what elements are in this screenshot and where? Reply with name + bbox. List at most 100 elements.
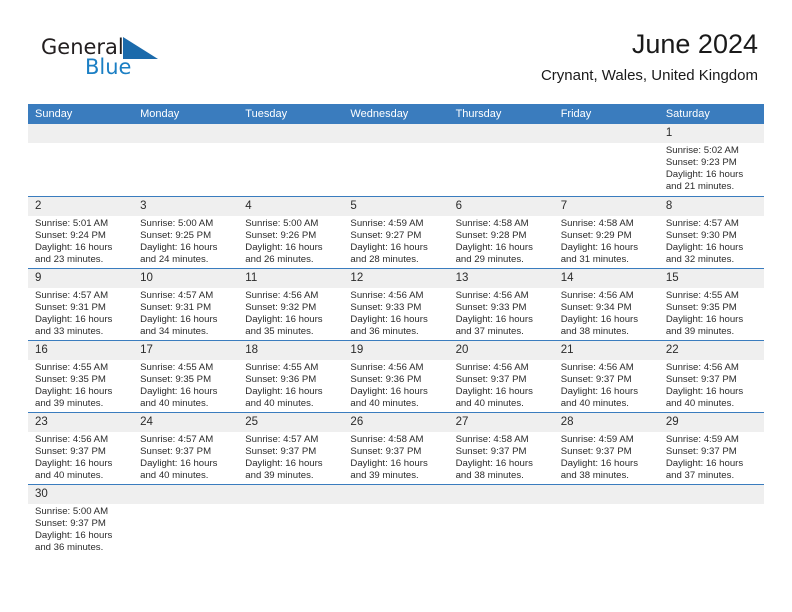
- day-cell-inner: [658, 484, 764, 557]
- calendar-day-cell-empty: [133, 124, 239, 196]
- calendar-week-row: 2 Sunrise: 5:01 AM Sunset: 9:24 PM Daylight…: [28, 195, 764, 268]
- calendar-day-cell-4[interactable]: 4 Sunrise: 5:00 AM Sunset: 9:26 PM Daylight…: [238, 195, 344, 268]
- calendar-day-cell-11[interactable]: 11 Sunrise: 4:56 AM Sunset: 9:32 PM Dayligh…: [238, 267, 344, 340]
- day-detail-line: Sunset: 9:37 PM: [350, 445, 422, 457]
- day-detail-line: Daylight: 16 hours: [455, 313, 533, 325]
- calendar-day-cell-8[interactable]: 8 Sunrise: 4:57 AM Sunset: 9:30 PM Daylight…: [658, 195, 764, 268]
- day-detail-line: Sunrise: 4:55 AM: [665, 289, 739, 301]
- calendar-day-cell-9[interactable]: 9 Sunrise: 4:57 AM Sunset: 9:31 PM Daylight…: [28, 267, 134, 340]
- day-sun-details: Sunrise: 5:00 AM Sunset: 9:26 PM Daylight:…: [238, 216, 343, 266]
- calendar-week-row: 1 Sunrise: 5:02 AM Sunset: 9:23 PM Daylight…: [28, 124, 764, 196]
- day-cell-inner: 19 Sunrise: 4:56 AM Sunset: 9:36 PM Dayligh…: [343, 340, 449, 412]
- day-number: 8: [658, 196, 764, 216]
- calendar-day-cell-25[interactable]: 25 Sunrise: 4:57 AM Sunset: 9:37 PM Dayligh…: [238, 411, 344, 484]
- calendar-day-cell-empty: [28, 124, 134, 196]
- day-detail-line: Daylight: 16 hours: [35, 529, 113, 541]
- day-sun-details: Sunrise: 4:57 AM Sunset: 9:37 PM Daylight:…: [238, 432, 343, 482]
- calendar-day-cell-5[interactable]: 5 Sunrise: 4:59 AM Sunset: 9:27 PM Daylight…: [343, 195, 449, 268]
- weekday-header-wednesday: Wednesday: [343, 104, 449, 124]
- day-detail-line: and 40 minutes.: [560, 397, 629, 409]
- day-detail-line: Daylight: 16 hours: [350, 457, 428, 469]
- day-detail-line: Sunset: 9:31 PM: [35, 301, 106, 313]
- day-detail-line: Daylight: 16 hours: [245, 457, 323, 469]
- day-number: 15: [658, 268, 764, 288]
- day-number: 2: [28, 196, 134, 216]
- calendar-day-cell-16[interactable]: 16 Sunrise: 4:55 AM Sunset: 9:35 PM Dayligh…: [28, 339, 134, 412]
- day-sun-details: Sunrise: 5:02 AM Sunset: 9:23 PM Daylight:…: [659, 143, 764, 193]
- day-detail-line: and 28 minutes.: [350, 253, 419, 265]
- day-detail-line: Sunset: 9:37 PM: [560, 373, 632, 385]
- day-detail-line: Sunset: 9:37 PM: [455, 373, 527, 385]
- day-detail-line: Daylight: 16 hours: [455, 241, 533, 253]
- day-detail-line: Daylight: 16 hours: [140, 385, 218, 397]
- calendar-day-cell-27[interactable]: 27 Sunrise: 4:58 AM Sunset: 9:37 PM Dayligh…: [448, 411, 554, 484]
- calendar-day-cell-1[interactable]: 1 Sunrise: 5:02 AM Sunset: 9:23 PM Daylight…: [658, 124, 764, 196]
- day-detail-line: and 29 minutes.: [455, 253, 524, 265]
- calendar-day-cell-2[interactable]: 2 Sunrise: 5:01 AM Sunset: 9:24 PM Daylight…: [28, 195, 134, 268]
- calendar-day-cell-19[interactable]: 19 Sunrise: 4:56 AM Sunset: 9:36 PM Dayligh…: [343, 339, 449, 412]
- calendar-day-cell-29[interactable]: 29 Sunrise: 4:59 AM Sunset: 9:37 PM Dayligh…: [658, 411, 764, 484]
- calendar-day-cell-26[interactable]: 26 Sunrise: 4:58 AM Sunset: 9:37 PM Dayligh…: [343, 411, 449, 484]
- calendar-page: General Blue June 2024 Crynant, Wales, U…: [0, 0, 792, 612]
- day-detail-line: Sunset: 9:25 PM: [140, 229, 212, 241]
- calendar-day-cell-7[interactable]: 7 Sunrise: 4:58 AM Sunset: 9:29 PM Daylight…: [553, 195, 659, 268]
- general-blue-logo[interactable]: General Blue: [34, 36, 234, 92]
- day-detail-line: Sunset: 9:37 PM: [140, 445, 212, 457]
- day-detail-line: Sunrise: 4:57 AM: [35, 289, 109, 301]
- day-cell-inner: 7 Sunrise: 4:58 AM Sunset: 9:29 PM Daylight…: [553, 196, 659, 268]
- day-number: 9: [28, 268, 134, 288]
- calendar-day-cell-24[interactable]: 24 Sunrise: 4:57 AM Sunset: 9:37 PM Dayligh…: [133, 411, 239, 484]
- calendar-day-cell-17[interactable]: 17 Sunrise: 4:55 AM Sunset: 9:35 PM Dayligh…: [133, 339, 239, 412]
- day-detail-line: Sunrise: 4:55 AM: [245, 361, 319, 373]
- calendar-day-cell-12[interactable]: 12 Sunrise: 4:56 AM Sunset: 9:33 PM Dayligh…: [343, 267, 449, 340]
- calendar-day-cell-23[interactable]: 23 Sunrise: 4:56 AM Sunset: 9:37 PM Dayligh…: [28, 411, 134, 484]
- calendar-day-cell-15[interactable]: 15 Sunrise: 4:55 AM Sunset: 9:35 PM Dayligh…: [658, 267, 764, 340]
- day-detail-line: Daylight: 16 hours: [35, 313, 113, 325]
- day-detail-line: Daylight: 16 hours: [455, 385, 533, 397]
- calendar-day-cell-empty: [343, 483, 449, 557]
- calendar-day-cell-22[interactable]: 22 Sunrise: 4:56 AM Sunset: 9:37 PM Dayligh…: [658, 339, 764, 412]
- calendar-week-row: 16 Sunrise: 4:55 AM Sunset: 9:35 PM Dayligh…: [28, 339, 764, 412]
- calendar-day-cell-13[interactable]: 13 Sunrise: 4:56 AM Sunset: 9:33 PM Dayligh…: [448, 267, 554, 340]
- day-detail-line: Sunrise: 4:56 AM: [350, 361, 424, 373]
- calendar-day-cell-3[interactable]: 3 Sunrise: 5:00 AM Sunset: 9:25 PM Daylight…: [133, 195, 239, 268]
- day-detail-line: and 40 minutes.: [665, 397, 735, 409]
- day-cell-inner: [343, 484, 449, 557]
- calendar-day-cell-30[interactable]: 30 Sunrise: 5:00 AM Sunset: 9:37 PM Dayligh…: [28, 483, 134, 556]
- day-cell-inner: [553, 124, 659, 196]
- day-sun-details: Sunrise: 4:57 AM Sunset: 9:31 PM Daylight:…: [133, 288, 238, 338]
- day-detail-line: Sunset: 9:35 PM: [35, 373, 106, 385]
- day-number: 28: [553, 412, 659, 432]
- day-cell-inner: 3 Sunrise: 5:00 AM Sunset: 9:25 PM Daylight…: [133, 196, 239, 268]
- day-cell-inner: [238, 484, 344, 557]
- day-detail-line: Sunrise: 4:57 AM: [140, 433, 214, 445]
- calendar-day-cell-6[interactable]: 6 Sunrise: 4:58 AM Sunset: 9:28 PM Daylight…: [448, 195, 554, 268]
- calendar-day-cell-18[interactable]: 18 Sunrise: 4:55 AM Sunset: 9:36 PM Dayligh…: [238, 339, 344, 412]
- calendar-day-cell-28[interactable]: 28 Sunrise: 4:59 AM Sunset: 9:37 PM Dayligh…: [553, 411, 659, 484]
- day-detail-line: Sunset: 9:37 PM: [35, 517, 106, 529]
- calendar-day-cell-empty: [343, 124, 449, 196]
- calendar-body: 1 Sunrise: 5:02 AM Sunset: 9:23 PM Daylight…: [28, 124, 764, 556]
- day-detail-line: Sunrise: 4:56 AM: [35, 433, 109, 445]
- calendar-day-cell-empty: [553, 483, 659, 556]
- day-detail-line: Sunrise: 4:55 AM: [35, 361, 109, 373]
- day-detail-line: Daylight: 16 hours: [665, 385, 744, 397]
- day-sun-details: Sunrise: 4:56 AM Sunset: 9:34 PM Daylight:…: [554, 288, 659, 338]
- calendar-day-cell-empty: [448, 124, 554, 196]
- calendar-day-cell-21[interactable]: 21 Sunrise: 4:56 AM Sunset: 9:37 PM Dayligh…: [553, 339, 659, 412]
- day-detail-line: and 40 minutes.: [455, 397, 524, 409]
- day-number: 25: [238, 412, 344, 432]
- day-detail-line: Sunset: 9:23 PM: [665, 157, 737, 169]
- day-number: 3: [133, 196, 239, 216]
- calendar-day-cell-14[interactable]: 14 Sunrise: 4:56 AM Sunset: 9:34 PM Dayligh…: [553, 267, 659, 340]
- day-detail-line: Sunrise: 4:56 AM: [455, 289, 529, 301]
- calendar-day-cell-20[interactable]: 20 Sunrise: 4:56 AM Sunset: 9:37 PM Dayligh…: [448, 339, 554, 412]
- day-detail-line: Sunrise: 5:02 AM: [665, 145, 739, 156]
- calendar-day-cell-10[interactable]: 10 Sunrise: 4:57 AM Sunset: 9:31 PM Dayligh…: [133, 267, 239, 340]
- day-detail-line: and 39 minutes.: [350, 469, 419, 481]
- day-detail-line: Sunrise: 4:59 AM: [665, 433, 739, 445]
- day-cell-inner: [28, 124, 134, 196]
- calendar-day-cell-empty: [133, 483, 239, 556]
- day-detail-line: Sunset: 9:30 PM: [665, 229, 737, 241]
- day-detail-line: Sunrise: 4:56 AM: [560, 289, 634, 301]
